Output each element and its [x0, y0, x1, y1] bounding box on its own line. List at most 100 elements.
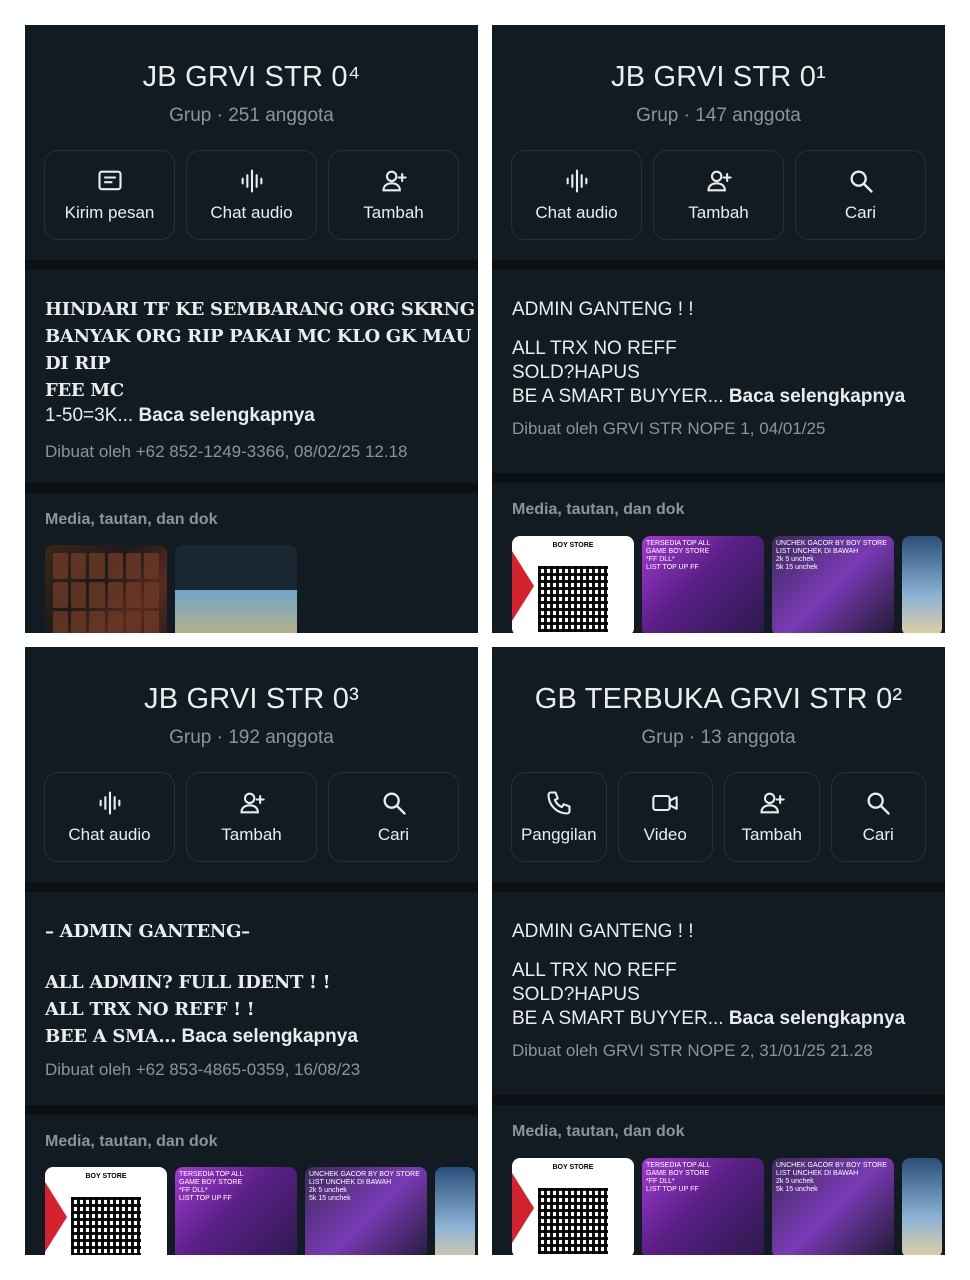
read-more-link[interactable]: Baca selengkapnya — [182, 1026, 358, 1047]
media-thumbnails: BOY STORE TERSEDIA TOP ALL GAME BOY STOR… — [512, 1158, 942, 1255]
media-thumbnail[interactable]: BOY STORE — [512, 536, 634, 633]
action-label: Tambah — [688, 203, 749, 222]
description-truncated: BEE A SMA... — [45, 1026, 177, 1047]
group-header: JB GRVI STR 0⁴ Grup · 251 anggota Kirim … — [25, 25, 478, 260]
description-line: BEE A SMA... Baca selengkapnya — [45, 1023, 458, 1050]
description-line: FEE MC — [45, 380, 124, 401]
description-line: HINDARI TF KE SEMBARANG ORG SKRNG — [45, 299, 475, 320]
group-info-panel-1: JB GRVI STR 0⁴ Grup · 251 anggota Kirim … — [25, 25, 478, 633]
media-thumbnail[interactable] — [902, 1158, 942, 1255]
description-line: ADMIN GANTENG ! ! — [512, 299, 694, 320]
media-thumbnail[interactable] — [902, 536, 942, 633]
audio-wave-icon — [241, 169, 262, 193]
audio-wave-icon — [99, 791, 120, 815]
add-member-button[interactable]: Tambah — [328, 150, 459, 240]
group-title: JB GRVI STR 0⁴ — [142, 61, 361, 93]
message-icon — [97, 170, 122, 191]
group-info-panel-4: GB TERBUKA GRVI STR 0² Grup · 13 anggota… — [492, 647, 945, 1255]
group-title: JB GRVI STR 0³ — [144, 683, 359, 715]
description-line — [512, 944, 925, 959]
media-thumbnail[interactable]: TERSEDIA TOP ALL GAME BOY STORE *FF DLL*… — [642, 1158, 764, 1255]
add-member-button[interactable]: Tambah — [724, 772, 820, 862]
group-subtitle: Grup · 13 anggota — [641, 727, 796, 748]
add-member-button[interactable]: Tambah — [653, 150, 784, 240]
group-header: JB GRVI STR 0³ Grup · 192 anggota Chat a… — [25, 647, 478, 882]
audio-chat-button[interactable]: Chat audio — [44, 772, 175, 862]
media-thumbnail[interactable]: UNCHEK GACOR BY BOY STORE LIST UNCHEK DI… — [305, 1167, 427, 1255]
group-title: JB GRVI STR 0¹ — [611, 61, 826, 93]
add-person-icon — [239, 792, 265, 814]
media-title[interactable]: Media, tautan, dan dok — [512, 1123, 925, 1141]
group-description[interactable]: ADMIN GANTENG ! ! ALL TRX NO REFF SOLD?H… — [492, 892, 945, 1095]
description-line — [512, 322, 925, 337]
description-truncated: BE A SMART BUYYER... — [512, 1008, 724, 1029]
action-label: Chat audio — [68, 825, 151, 844]
media-thumbnails — [45, 545, 458, 633]
add-person-icon — [706, 170, 732, 192]
action-bar: Panggilan Video Tambah Cari — [511, 772, 926, 862]
group-info-panel-3: JB GRVI STR 0³ Grup · 192 anggota Chat a… — [25, 647, 478, 1255]
description-line: BE A SMART BUYYER... Baca selengkapnya — [512, 385, 925, 409]
action-label: Tambah — [221, 825, 282, 844]
read-more-link[interactable]: Baca selengkapnya — [138, 405, 314, 426]
group-description[interactable]: – ADMIN GANTENG– ALL ADMIN? FULL IDENT !… — [25, 892, 478, 1105]
media-thumbnails: BOY STORE TERSEDIA TOP ALL GAME BOY STOR… — [45, 1167, 475, 1255]
add-person-icon — [760, 792, 785, 814]
qr-code-image — [538, 1188, 608, 1254]
send-message-button[interactable]: Kirim pesan — [44, 150, 175, 240]
media-thumbnail[interactable]: BOY STORE — [512, 1158, 634, 1255]
media-title[interactable]: Media, tautan, dan dok — [45, 1133, 458, 1151]
group-subtitle: Grup · 147 anggota — [636, 105, 801, 126]
media-thumbnail[interactable] — [175, 545, 297, 633]
group-description[interactable]: HINDARI TF KE SEMBARANG ORG SKRNG BANYAK… — [25, 270, 478, 483]
media-thumbnail[interactable]: UNCHEK GACOR BY BOY STORE LIST UNCHEK DI… — [772, 1158, 894, 1255]
search-button[interactable]: Cari — [328, 772, 459, 862]
action-bar: Chat audio Tambah Cari — [511, 150, 926, 240]
action-label: Cari — [377, 825, 410, 844]
created-by: Dibuat oleh +62 852-1249-3366, 08/02/25 … — [45, 442, 408, 461]
media-thumbnail[interactable]: TERSEDIA TOP ALL GAME BOY STORE *FF DLL*… — [642, 536, 764, 633]
media-thumbnail[interactable] — [435, 1167, 475, 1255]
call-button[interactable]: Panggilan — [511, 772, 607, 862]
description-line: SOLD?HAPUS — [512, 984, 640, 1005]
search-button[interactable]: Cari — [830, 772, 926, 862]
media-thumbnail[interactable]: TERSEDIA TOP ALL GAME BOY STORE *FF DLL*… — [175, 1167, 297, 1255]
group-subtitle: Grup · 251 anggota — [169, 105, 334, 126]
media-thumbnail[interactable]: UNCHEK GACOR BY BOY STORE LIST UNCHEK DI… — [772, 536, 894, 633]
description-truncated: 1-50=3K... — [45, 405, 134, 426]
action-label: Cari — [844, 203, 877, 222]
phone-icon — [547, 791, 571, 815]
video-icon — [652, 794, 678, 812]
thumbnail-caption: TERSEDIA TOP ALL GAME BOY STORE *FF DLL*… — [179, 1171, 244, 1202]
media-thumbnail[interactable]: BOY STORE — [45, 1167, 167, 1255]
search-button[interactable]: Cari — [795, 150, 926, 240]
media-thumbnail[interactable] — [45, 545, 167, 633]
media-title[interactable]: Media, tautan, dan dok — [45, 511, 458, 529]
description-line — [45, 945, 458, 969]
created-by: Dibuat oleh GRVI STR NOPE 1, 04/01/25 — [512, 419, 826, 438]
action-bar: Chat audio Tambah Cari — [44, 772, 459, 862]
media-title[interactable]: Media, tautan, dan dok — [512, 501, 925, 519]
thumbnail-caption: BOY STORE — [552, 1164, 594, 1171]
created-by: Dibuat oleh +62 853-4865-0359, 16/08/23 — [45, 1060, 361, 1079]
read-more-link[interactable]: Baca selengkapnya — [729, 1008, 905, 1029]
description-line: ALL TRX NO REFF ! ! — [45, 999, 255, 1020]
action-label: Cari — [862, 825, 894, 844]
action-label: Chat audio — [535, 203, 618, 222]
description-line: BE A SMART BUYYER... Baca selengkapnya — [512, 1007, 925, 1031]
action-label: Tambah — [363, 203, 424, 222]
group-header: JB GRVI STR 0¹ Grup · 147 anggota Chat a… — [492, 25, 945, 260]
search-icon — [867, 792, 890, 815]
group-description[interactable]: ADMIN GANTENG ! ! ALL TRX NO REFF SOLD?H… — [492, 270, 945, 473]
action-bar: Kirim pesan Chat audio Tambah — [44, 150, 459, 240]
thumbnail-caption: BOY STORE — [552, 542, 594, 549]
audio-chat-button[interactable]: Chat audio — [186, 150, 317, 240]
action-label: Kirim pesan — [64, 203, 155, 222]
audio-chat-button[interactable]: Chat audio — [511, 150, 642, 240]
read-more-link[interactable]: Baca selengkapnya — [729, 386, 905, 407]
group-title: GB TERBUKA GRVI STR 0² — [534, 683, 903, 715]
group-subtitle: Grup · 192 anggota — [169, 727, 334, 748]
description-line: DI RIP — [45, 353, 111, 374]
video-call-button[interactable]: Video — [617, 772, 713, 862]
add-member-button[interactable]: Tambah — [186, 772, 317, 862]
